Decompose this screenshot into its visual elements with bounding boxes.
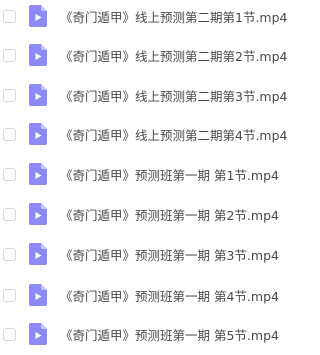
file-checkbox[interactable] [3,167,16,181]
video-file-icon [29,5,47,27]
video-file-icon [29,163,47,185]
video-file-icon [29,323,47,345]
file-name[interactable]: 《奇门遁甲》线上预测第二期第4节.mp4 [60,125,288,144]
file-name[interactable]: 《奇门遁甲》预测班第一期 第2节.mp4 [60,205,279,224]
file-name[interactable]: 《奇门遁甲》线上预测第二期第3节.mp4 [60,86,288,105]
video-file-icon [29,243,47,265]
file-checkbox[interactable] [3,9,16,23]
video-file-icon [29,284,47,306]
file-checkbox[interactable] [3,288,16,302]
video-file-icon [29,84,47,106]
file-checkbox[interactable] [3,88,16,102]
video-file-icon [29,123,47,145]
file-name[interactable]: 《奇门遁甲》预测班第一期 第1节.mp4 [60,165,279,184]
file-name[interactable]: 《奇门遁甲》线上预测第二期第1节.mp4 [60,7,288,26]
file-row[interactable]: 《奇门遁甲》线上预测第二期第2节.mp4 [0,42,311,68]
file-row[interactable]: 《奇门遁甲》线上预测第二期第1节.mp4 [0,3,311,29]
file-name[interactable]: 《奇门遁甲》预测班第一期 第4节.mp4 [60,286,279,305]
file-row[interactable]: 《奇门遁甲》预测班第一期 第5节.mp4 [0,321,311,347]
file-row[interactable]: 《奇门遁甲》线上预测第二期第4节.mp4 [0,121,311,147]
file-checkbox[interactable] [3,327,16,341]
file-row[interactable]: 《奇门遁甲》线上预测第二期第3节.mp4 [0,82,311,108]
video-file-icon [29,203,47,225]
file-list: 《奇门遁甲》线上预测第二期第1节.mp4 《奇门遁甲》线上预测第二期第2节.mp… [0,0,311,355]
file-name[interactable]: 《奇门遁甲》预测班第一期 第3节.mp4 [60,245,279,264]
file-row[interactable]: 《奇门遁甲》预测班第一期 第1节.mp4 [0,161,311,187]
file-name[interactable]: 《奇门遁甲》预测班第一期 第5节.mp4 [60,325,279,344]
file-checkbox[interactable] [3,127,16,141]
file-row[interactable]: 《奇门遁甲》预测班第一期 第2节.mp4 [0,201,311,227]
file-name[interactable]: 《奇门遁甲》线上预测第二期第2节.mp4 [60,46,288,65]
file-row[interactable]: 《奇门遁甲》预测班第一期 第4节.mp4 [0,282,311,308]
file-row[interactable]: 《奇门遁甲》预测班第一期 第3节.mp4 [0,241,311,267]
file-checkbox[interactable] [3,207,16,221]
file-checkbox[interactable] [3,48,16,62]
file-checkbox[interactable] [3,247,16,261]
video-file-icon [29,44,47,66]
